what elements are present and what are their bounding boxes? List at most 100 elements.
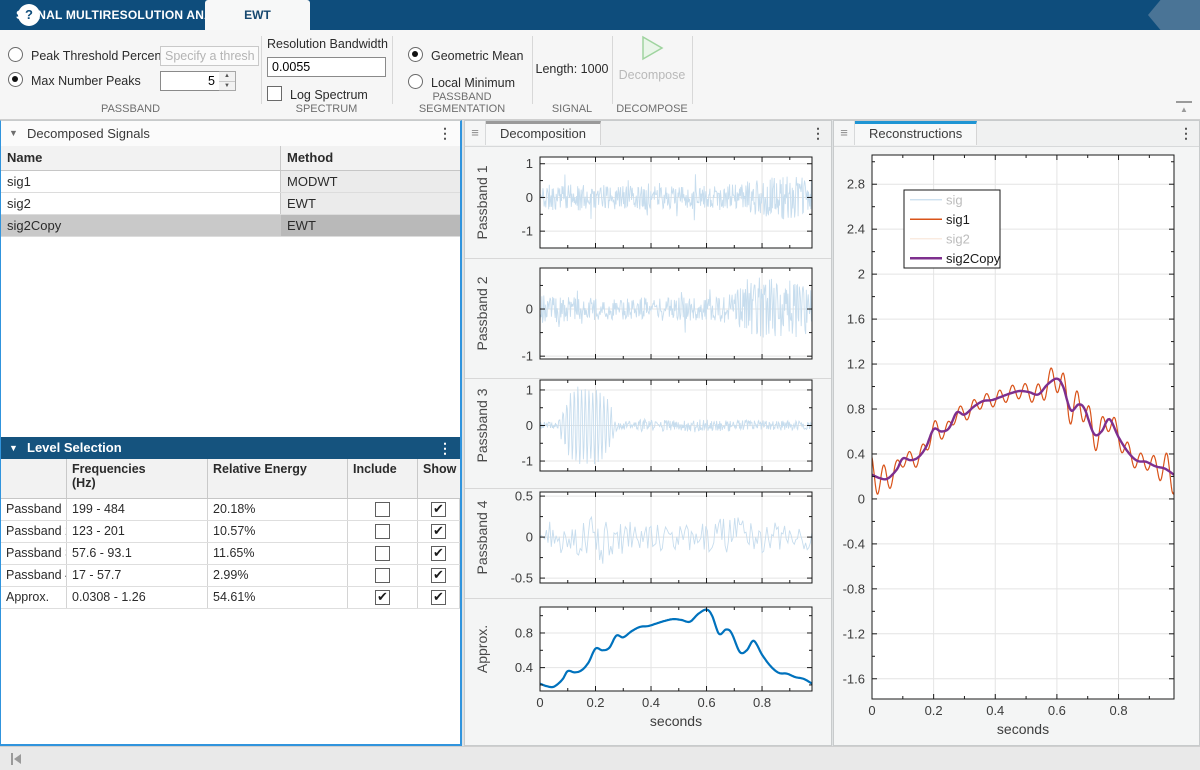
include-checkbox[interactable]	[375, 568, 390, 583]
show-checkbox[interactable]	[431, 546, 446, 561]
table-row[interactable]: sig2EWT	[1, 193, 460, 215]
section-label: DECOMPOSE	[612, 103, 692, 115]
reconstructions-axes: 2.82.421.61.20.80.40-0.4-0.8-1.2-1.600.2…	[843, 155, 1174, 737]
levels-table-header: Frequencies (Hz)Relative EnergyIncludeSh…	[1, 459, 460, 499]
threshold-input[interactable]	[160, 46, 259, 66]
svg-text:-1: -1	[521, 454, 533, 469]
level-frequencies-cell: 123 - 201	[67, 521, 208, 542]
column-header-name[interactable]: Name	[1, 146, 281, 170]
legend-label-sig: sig	[946, 192, 963, 207]
section-label: PASSBAND	[0, 103, 261, 115]
svg-text:2.8: 2.8	[847, 177, 865, 192]
levels-header-cell[interactable]: Frequencies (Hz)	[67, 459, 208, 498]
peak-threshold-percent-radio[interactable]: Peak Threshold Percent	[8, 46, 165, 66]
radio-selected-icon	[8, 72, 23, 87]
tab-decomposition[interactable]: Decomposition	[486, 121, 601, 145]
level-frequencies-cell: 199 - 484	[67, 499, 208, 520]
include-checkbox[interactable]	[375, 546, 390, 561]
show-checkbox[interactable]	[431, 524, 446, 539]
geometric-mean-radio[interactable]: Geometric Mean	[408, 46, 523, 66]
column-header-method[interactable]: Method	[281, 146, 460, 170]
svg-text:0: 0	[536, 695, 543, 710]
svg-text:0: 0	[526, 302, 533, 317]
table-row[interactable]: sig2CopyEWT	[1, 215, 460, 237]
section-passband: Peak Threshold Percent Max Number Peaks …	[0, 30, 261, 119]
section-decompose: Decompose DECOMPOSE	[612, 30, 692, 119]
collapse-arrow-icon[interactable]: ▼	[9, 121, 18, 146]
help-icon[interactable]: ?	[18, 4, 40, 26]
plot-legend[interactable]: sigsig1sig2sig2Copy	[904, 190, 1001, 268]
max-number-peaks-radio[interactable]: Max Number Peaks	[8, 71, 141, 91]
include-checkbox[interactable]	[375, 590, 390, 605]
include-checkbox[interactable]	[375, 502, 390, 517]
show-checkbox[interactable]	[431, 590, 446, 605]
spinner-up-icon[interactable]: ▲	[219, 72, 235, 82]
signal-method-cell: EWT	[281, 193, 460, 214]
radio-unselected-icon	[8, 47, 23, 62]
play-icon	[639, 34, 665, 62]
signals-table: Name Method sig1MODWTsig2EWTsig2CopyEWT	[1, 146, 460, 237]
drag-handle-icon[interactable]: ≡	[465, 121, 486, 145]
show-checkbox[interactable]	[431, 502, 446, 517]
svg-text:seconds: seconds	[650, 713, 702, 729]
table-row[interactable]: Passband 357.6 - 93.111.65%	[1, 543, 460, 565]
decompose-button[interactable]: Decompose	[612, 34, 692, 82]
section-passband-segmentation: Geometric Mean Local Minimum PASSBAND SE…	[392, 30, 532, 119]
svg-text:-1.6: -1.6	[843, 671, 865, 686]
tab-ewt[interactable]: EWT	[205, 0, 310, 30]
level-name-cell: Passband 3	[1, 543, 67, 564]
include-cell	[348, 587, 418, 608]
show-checkbox[interactable]	[431, 568, 446, 583]
titlebar: SIGNAL MULTIRESOLUTION ANALYZER EWT ?	[0, 0, 1200, 30]
ellipsis-menu-icon[interactable]: ⋮	[438, 437, 452, 459]
section-signal: Length: 1000 SIGNAL	[532, 30, 612, 119]
ellipsis-menu-icon[interactable]: ⋮	[438, 121, 452, 146]
svg-text:0.8: 0.8	[753, 695, 771, 710]
svg-text:1.6: 1.6	[847, 312, 865, 327]
levels-header-cell[interactable]: Include	[348, 459, 418, 498]
table-row[interactable]: Approx.0.0308 - 1.2654.61%	[1, 587, 460, 609]
level-name-cell: Passband 1	[1, 499, 67, 520]
include-cell	[348, 565, 418, 586]
include-checkbox[interactable]	[375, 524, 390, 539]
collapse-arrow-icon[interactable]: ▼	[9, 437, 18, 459]
max-peaks-spinner[interactable]: ▲▼	[219, 71, 236, 91]
level-name-cell: Passband 4	[1, 565, 67, 586]
spinner-down-icon[interactable]: ▼	[219, 82, 235, 91]
levels-header-cell	[1, 459, 67, 498]
level-selection-header[interactable]: ▼ Level Selection ⋮	[1, 437, 460, 459]
table-row[interactable]: Passband 2123 - 20110.57%	[1, 521, 460, 543]
decomposed-signals-header[interactable]: ▼ Decomposed Signals ⋮	[1, 121, 460, 147]
collapse-toolstrip-icon[interactable]: ▲	[1176, 101, 1192, 113]
max-peaks-input[interactable]	[160, 71, 220, 91]
svg-text:0: 0	[868, 703, 875, 718]
level-energy-cell: 20.18%	[208, 499, 348, 520]
svg-text:0.8: 0.8	[515, 625, 533, 640]
local-minimum-radio[interactable]: Local Minimum	[408, 73, 515, 93]
svg-text:seconds: seconds	[997, 721, 1049, 737]
svg-text:0.5: 0.5	[515, 489, 533, 504]
table-row[interactable]: sig1MODWT	[1, 171, 460, 193]
drag-handle-icon[interactable]: ≡	[834, 121, 855, 145]
collapse-left-panel-icon[interactable]	[8, 751, 24, 770]
data-browser-panel: ▼ Decomposed Signals ⋮ Name Method sig1M…	[0, 120, 462, 746]
ellipsis-menu-icon[interactable]: ⋮	[811, 121, 825, 145]
svg-text:-1: -1	[521, 349, 533, 364]
ellipsis-menu-icon[interactable]: ⋮	[1179, 121, 1193, 145]
bandwidth-label: Resolution Bandwidth	[267, 37, 388, 51]
bandwidth-input[interactable]	[267, 57, 386, 77]
checkbox-label: Log Spectrum	[290, 88, 368, 102]
levels-header-cell[interactable]: Show	[418, 459, 460, 498]
levels-header-cell[interactable]: Relative Energy	[208, 459, 348, 498]
show-cell	[418, 543, 460, 564]
radio-label: Local Minimum	[431, 76, 515, 90]
svg-text:0: 0	[858, 491, 865, 506]
log-spectrum-checkbox[interactable]: Log Spectrum	[267, 86, 368, 102]
table-row[interactable]: Passband 1199 - 48420.18%	[1, 499, 460, 521]
tab-reconstructions[interactable]: Reconstructions	[855, 121, 977, 145]
toolstrip: Peak Threshold Percent Max Number Peaks …	[0, 30, 1200, 120]
svg-text:0: 0	[526, 190, 533, 205]
table-row[interactable]: Passband 417 - 57.72.99%	[1, 565, 460, 587]
show-cell	[418, 587, 460, 608]
svg-text:0.8: 0.8	[847, 402, 865, 417]
